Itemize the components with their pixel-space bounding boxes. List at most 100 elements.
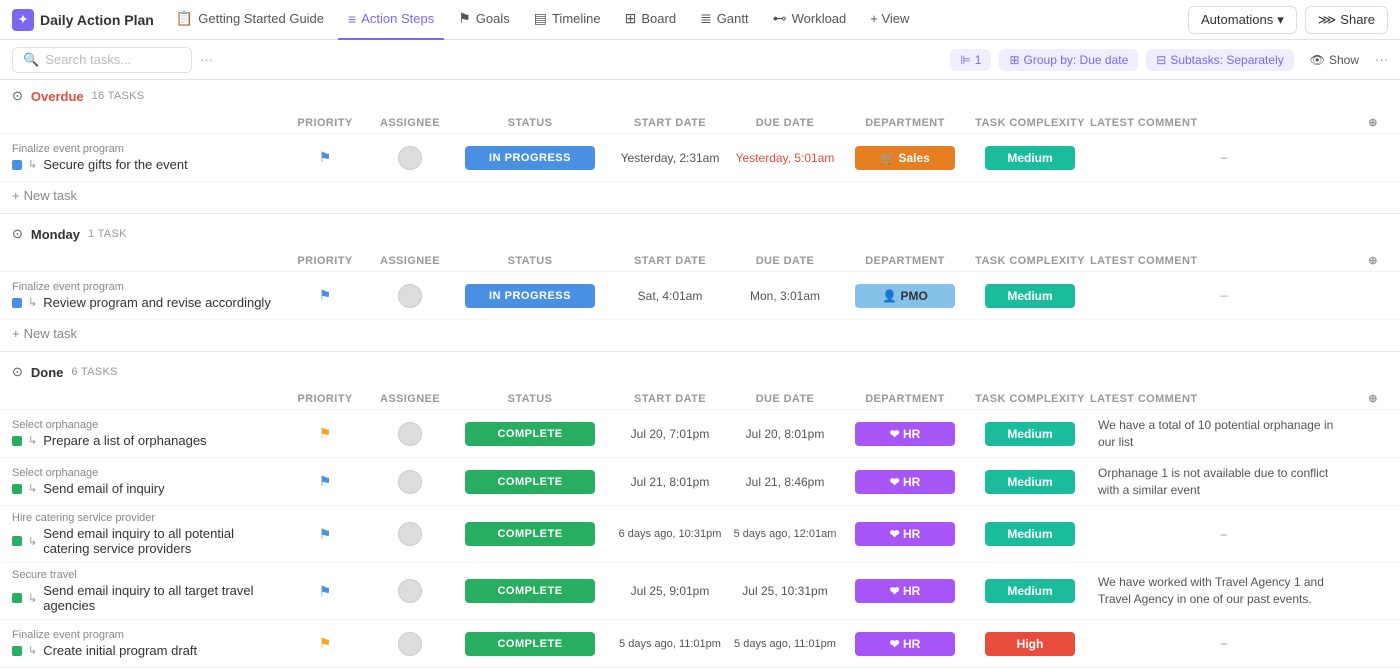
subtask-icon: ↳ [28, 296, 37, 309]
task-name[interactable]: Send email inquiry to all target travel … [43, 583, 280, 613]
status-badge[interactable]: COMPLETE [465, 632, 595, 656]
tab-add-view[interactable]: + View [860, 0, 919, 40]
subtasks-icon: ⊟ [1156, 53, 1166, 67]
status-badge[interactable]: IN PROGRESS [465, 284, 595, 308]
task-name-cell: Finalize event program ↳ Review program … [12, 277, 280, 314]
task-name-cell: Finalize event program ↳ Create initial … [12, 625, 280, 662]
tab-board[interactable]: ⊞ Board [615, 0, 686, 40]
priority-flag: ⚑ [319, 583, 332, 600]
task-parent: Secure travel [12, 569, 280, 581]
priority-cell: ⚑ [280, 425, 370, 442]
dept-badge: ❤ HR [855, 522, 955, 546]
status-badge[interactable]: COMPLETE [465, 422, 595, 446]
assignee-cell [370, 146, 450, 170]
col-add: ⊕ [1358, 116, 1388, 129]
task-name[interactable]: Send email of inquiry [43, 481, 164, 496]
show-button[interactable]: 👁 Show [1302, 49, 1367, 71]
subtasks-button[interactable]: ⊟ Subtasks: Separately [1146, 49, 1293, 71]
col-status: STATUS [450, 117, 610, 129]
add-task-monday[interactable]: + New task [0, 320, 1400, 347]
section-done-toggle[interactable]: ⊙ [12, 364, 23, 380]
toolbar-more-icon[interactable]: ··· [1375, 52, 1388, 67]
status-badge[interactable]: COMPLETE [465, 579, 595, 603]
task-color-indicator [12, 593, 22, 603]
tab-getting-started[interactable]: 📋 Getting Started Guide [166, 0, 334, 40]
task-name-cell: Select orphanage ↳ Prepare a list of orp… [12, 415, 280, 452]
col-department-m: DEPARTMENT [840, 255, 970, 267]
search-box[interactable]: 🔍 Search tasks... [12, 47, 192, 73]
col-task-complexity-d: TASK COMPLEXITY [970, 393, 1090, 405]
status-cell: COMPLETE [450, 632, 610, 656]
task-row: Finalize event program ↳ Secure gifts fo… [0, 134, 1400, 182]
col-status-d: STATUS [450, 393, 610, 405]
task-name[interactable]: Send email inquiry to all potential cate… [43, 526, 280, 556]
task-row: Finalize event program ↳ Create initial … [0, 620, 1400, 668]
filter-button[interactable]: ⊫ 1 [950, 49, 991, 71]
subtask-icon: ↳ [28, 535, 37, 548]
task-name-cell: Hire catering service provider ↳ Send em… [12, 508, 280, 560]
department-cell: ❤ HR [840, 632, 970, 656]
toolbar-dots[interactable]: ··· [200, 52, 213, 67]
task-name-row: ↳ Review program and revise accordingly [12, 295, 280, 310]
status-cell: IN PROGRESS [450, 284, 610, 308]
complexity-badge: Medium [985, 146, 1075, 170]
due-date-cell: Jul 25, 10:31pm [730, 584, 840, 598]
status-badge[interactable]: COMPLETE [465, 470, 595, 494]
comment-cell: We have worked with Travel Agency 1 and … [1090, 574, 1358, 608]
overdue-col-headers: PRIORITY ASSIGNEE STATUS START DATE DUE … [0, 112, 1400, 134]
task-name-row: ↳ Secure gifts for the event [12, 157, 280, 172]
task-name-row: ↳ Send email of inquiry [12, 481, 280, 496]
section-done-title: Done [31, 365, 64, 380]
tab-timeline[interactable]: ▤ Timeline [524, 0, 611, 40]
start-date-cell: Jul 21, 8:01pm [610, 475, 730, 489]
tab-gantt[interactable]: ≣ Gantt [690, 0, 759, 40]
status-cell: COMPLETE [450, 422, 610, 446]
col-assignee-m: ASSIGNEE [370, 255, 450, 267]
automations-button[interactable]: Automations ▾ [1188, 6, 1297, 34]
assignee-cell [370, 579, 450, 603]
complexity-cell: Medium [970, 522, 1090, 546]
task-name[interactable]: Prepare a list of orphanages [43, 433, 206, 448]
tab-goals[interactable]: ⚑ Goals [448, 0, 520, 40]
status-cell: COMPLETE [450, 579, 610, 603]
section-monday-title: Monday [31, 227, 80, 242]
tab-action-steps[interactable]: ≡ Action Steps [338, 0, 444, 40]
subtask-icon: ↳ [28, 592, 37, 605]
assignee-cell [370, 470, 450, 494]
priority-flag: ⚑ [319, 526, 332, 543]
priority-cell: ⚑ [280, 635, 370, 652]
status-badge[interactable]: IN PROGRESS [465, 146, 595, 170]
share-icon: ⋙ [1318, 12, 1337, 28]
section-done-count: 6 TASKS [71, 366, 117, 378]
priority-cell: ⚑ [280, 149, 370, 166]
task-name[interactable]: Secure gifts for the event [43, 157, 188, 172]
due-date-cell: Yesterday, 5:01am [730, 151, 840, 165]
task-name[interactable]: Review program and revise accordingly [43, 295, 271, 310]
due-date-cell: Jul 21, 8:46pm [730, 475, 840, 489]
complexity-badge: Medium [985, 284, 1075, 308]
start-date-cell: Yesterday, 2:31am [610, 151, 730, 165]
due-date-cell: Mon, 3:01am [730, 289, 840, 303]
app-logo-icon: ✦ [12, 9, 34, 31]
app-title: Daily Action Plan [40, 12, 154, 28]
tab-workload[interactable]: ⊷ Workload [763, 0, 857, 40]
status-badge[interactable]: COMPLETE [465, 522, 595, 546]
status-cell: IN PROGRESS [450, 146, 610, 170]
task-color-indicator [12, 536, 22, 546]
col-start-date: START DATE [610, 117, 730, 129]
assignee-cell [370, 422, 450, 446]
share-button[interactable]: ⋙ Share [1305, 6, 1388, 34]
section-overdue-toggle[interactable]: ⊙ [12, 88, 23, 104]
task-color-indicator [12, 298, 22, 308]
dept-badge: ❤ HR [855, 632, 955, 656]
search-placeholder: Search tasks... [45, 52, 131, 67]
task-name-cell: Finalize event program ↳ Secure gifts fo… [12, 139, 280, 176]
group-by-button[interactable]: ⊞ Group by: Due date [999, 49, 1138, 71]
task-name-cell: Select orphanage ↳ Send email of inquiry [12, 463, 280, 500]
task-name[interactable]: Create initial program draft [43, 643, 197, 658]
gantt-icon: ≣ [700, 10, 712, 27]
col-assignee: ASSIGNEE [370, 117, 450, 129]
section-monday-toggle[interactable]: ⊙ [12, 226, 23, 242]
add-task-overdue[interactable]: + New task [0, 182, 1400, 209]
comment-cell: – [1090, 149, 1358, 166]
